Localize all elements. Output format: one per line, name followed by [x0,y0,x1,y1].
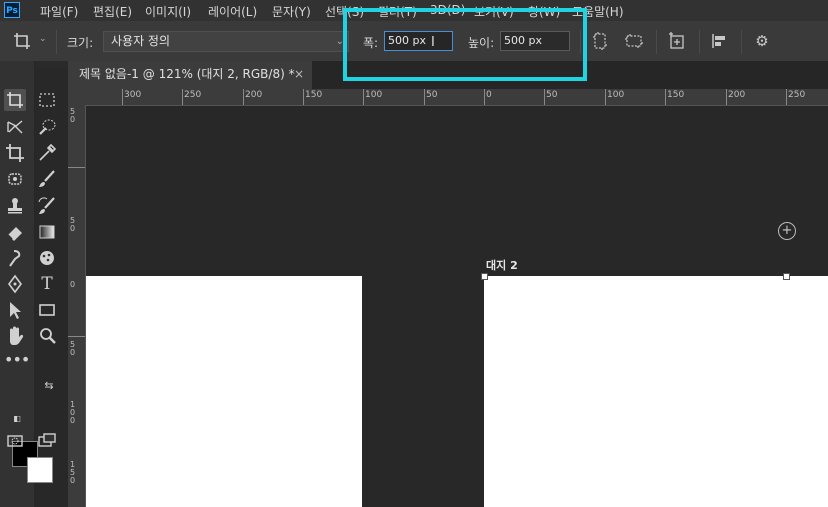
ruler-label: 50 [546,90,558,100]
ruler-label: 5 0 [70,107,76,124]
ruler-tick [484,89,485,105]
artboard-2[interactable] [484,276,828,507]
default-colors-icon[interactable]: ◧ [6,408,28,430]
stamp-icon[interactable] [4,195,26,217]
separator [699,30,700,54]
ruler-label: 100 [607,90,625,100]
menu-edit[interactable]: 편집(E) [93,3,132,20]
patch-icon[interactable] [4,168,26,190]
add-artboard-plus-icon[interactable]: + [778,222,796,240]
menu-image[interactable]: 이미지(I) [145,3,191,20]
vertical-ruler[interactable]: 5 0 5 0 0 5 0 1 0 0 1 5 0 [68,105,86,507]
size-preset-value: 사용자 정의 [111,34,171,48]
horizontal-ruler[interactable]: 300 250 200 150 100 50 0 50 100 150 200 … [86,89,828,106]
artboard-label[interactable]: 대지 2 [486,257,518,273]
portrait-icon[interactable] [590,31,610,51]
artboard-tool-preset-icon[interactable] [12,31,32,51]
eraser-icon[interactable] [4,221,26,243]
gradient-icon[interactable] [36,221,58,243]
rectangle-icon[interactable] [36,299,58,321]
separator [56,30,57,54]
landscape-icon[interactable] [624,31,644,51]
type-icon[interactable]: T [36,273,58,295]
ruler-tick [182,89,183,105]
ruler-label: 5 0 [70,340,76,357]
gear-icon[interactable]: ⚙ [752,31,772,51]
ruler-tick [68,336,85,337]
size-label: 크기: [67,36,94,50]
history-brush-icon[interactable] [36,195,58,217]
ruler-label: 250 [184,90,202,100]
document-tab[interactable]: 제목 없음-1 @ 121% (대지 2, RGB/8) * × [68,61,312,89]
marquee-icon[interactable] [36,89,58,111]
chevron-down-icon[interactable]: ⌄ [39,34,47,44]
eyedropper-icon[interactable] [36,142,58,164]
photoshop-logo: Ps [4,2,20,18]
ruler-label: 0 [70,280,76,289]
ruler-label: 100 [365,90,383,100]
lasso-icon[interactable] [4,116,26,138]
close-icon[interactable]: × [294,61,304,87]
quick-mask-icon[interactable] [4,430,26,452]
tools-panel: T ••• ⇆ ◧ [0,61,57,507]
ruler-label: 5 0 [70,216,76,233]
ruler-label: 200 [245,90,263,100]
ruler-label: 250 [788,90,806,100]
artboard-icon[interactable] [4,89,26,111]
more-icon[interactable]: ••• [4,349,30,371]
screen-mode-icon[interactable] [36,430,58,452]
path-select-icon[interactable] [4,299,26,321]
ruler-label: 50 [426,90,438,100]
separator [656,30,657,54]
ruler-tick [122,89,123,105]
ruler-tick [303,89,304,105]
ruler-tick [726,89,727,105]
quick-select-icon[interactable] [36,116,58,138]
ruler-label: 200 [728,90,746,100]
ruler-label: 150 [667,90,685,100]
menu-type[interactable]: 문자(Y) [272,3,311,20]
ruler-tick [363,89,364,105]
ruler-tick [786,89,787,105]
ruler-tick [68,167,85,168]
highlight-box [343,8,587,81]
sponge-icon[interactable] [36,247,58,269]
ruler-tick [243,89,244,105]
background-color-swatch[interactable] [27,457,53,483]
add-artboard-icon[interactable] [667,31,687,51]
pen-icon[interactable] [4,273,26,295]
ruler-origin[interactable] [68,89,86,106]
resize-handle[interactable] [481,273,488,280]
crop-icon[interactable] [4,142,26,164]
swap-colors-icon[interactable]: ⇆ [38,375,60,397]
resize-handle[interactable] [783,273,790,280]
brush-icon[interactable] [36,168,58,190]
separator [741,30,742,54]
align-left-icon[interactable] [710,31,730,51]
zoom-icon[interactable] [36,325,58,347]
ruler-tick [424,89,425,105]
document-tab-title: 제목 없음-1 @ 121% (대지 2, RGB/8) * [79,67,295,81]
ruler-tick [665,89,666,105]
ruler-label: 300 [124,90,142,100]
ruler-tick [544,89,545,105]
smudge-icon[interactable] [4,247,26,269]
ruler-label: 1 0 0 [70,400,76,425]
menu-file[interactable]: 파일(F) [40,3,78,20]
artboard-1[interactable] [86,276,362,507]
size-preset-select[interactable]: 사용자 정의 ⌄ [103,31,349,52]
ruler-tick [605,89,606,105]
ruler-label: 150 [305,90,323,100]
ruler-label: 1 5 0 [70,460,76,485]
hand-icon[interactable] [4,325,26,347]
ruler-label: 0 [486,90,492,100]
menu-layer[interactable]: 레이어(L) [208,3,257,20]
